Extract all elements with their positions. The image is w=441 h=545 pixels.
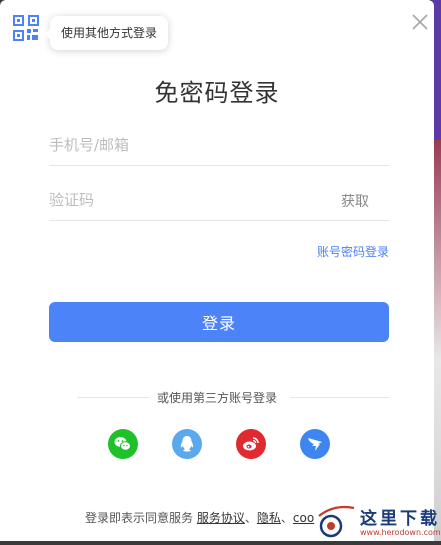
privacy-link[interactable]: 隐私 — [257, 511, 281, 525]
weibo-login-button[interactable] — [236, 429, 266, 459]
site-watermark: 这里下载 www.herodown.com — [316, 502, 441, 541]
agreement-text: 登录即表示同意服务 服务协议、隐私、coo — [85, 509, 314, 526]
wechat-login-button[interactable] — [108, 429, 138, 459]
close-icon[interactable] — [410, 12, 430, 32]
login-dialog: 使用其他方式登录 免密码登录 获取 账号密码登录 登录 或使用第三方账号登录 — [0, 0, 434, 541]
phone-email-input[interactable] — [49, 127, 319, 163]
code-field: 获取 — [49, 182, 389, 221]
agreement-prefix: 登录即表示同意服务 — [85, 511, 194, 525]
dingtalk-icon — [308, 438, 322, 451]
qq-login-button[interactable] — [172, 429, 202, 459]
agreement-sep-1: 、 — [244, 511, 257, 525]
agreement-sep-2: 、 — [280, 511, 293, 525]
get-code-button[interactable]: 获取 — [341, 191, 369, 211]
wechat-icon — [114, 437, 131, 451]
page-title: 免密码登录 — [154, 79, 280, 107]
service-agreement-link[interactable]: 服务协议 — [197, 511, 245, 525]
watermark-url: www.herodown.com — [360, 528, 441, 537]
dingtalk-login-button[interactable] — [300, 429, 330, 459]
account-password-login-link[interactable]: 账号密码登录 — [317, 243, 389, 260]
login-button[interactable]: 登录 — [49, 302, 389, 342]
verification-code-input[interactable] — [49, 182, 319, 218]
phone-field — [49, 127, 389, 166]
cookie-link[interactable]: coo — [293, 511, 314, 525]
qq-icon — [180, 436, 194, 452]
watermark-title: 这里下载 — [360, 509, 440, 529]
watermark-logo-icon — [318, 505, 355, 538]
qr-code-icon[interactable] — [13, 15, 39, 41]
other-login-tooltip: 使用其他方式登录 — [44, 16, 168, 50]
weibo-icon — [243, 437, 259, 451]
divider-right — [290, 397, 389, 398]
